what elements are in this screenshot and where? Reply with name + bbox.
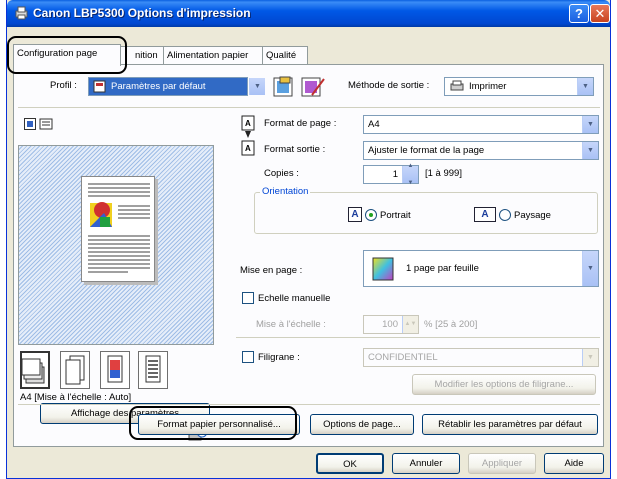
arrow-down-icon [245,131,251,138]
layout-icon [372,257,394,281]
page-size-icon: A [241,115,255,131]
page-size-label: Format de page : [264,118,337,129]
help-button[interactable]: Aide [544,453,604,474]
scaling-spinner[interactable]: 100 ▲▼ [363,315,419,334]
watermark-value: CONFIDENTIEL [368,352,438,363]
print-icon [450,80,464,91]
profile-icon [93,80,106,93]
svg-text:A: A [245,119,251,128]
watermark-checkbox[interactable] [242,351,254,363]
spin-arrows-icon[interactable]: ▲▼ [402,163,418,186]
tab-page-setup[interactable]: Configuration page [13,44,121,66]
copies-range: [1 à 999] [425,168,462,179]
chevron-down-icon[interactable]: ▼ [582,116,598,133]
preview-toggle-icon[interactable] [24,118,36,130]
apply-button[interactable]: Appliquer [468,453,536,474]
output-method-label: Méthode de sortie : [348,80,430,91]
output-size-value: Ajuster le format de la page [368,145,485,156]
landscape-radio[interactable] [499,209,511,221]
profile-edit-icon[interactable] [300,75,326,99]
portrait-label: Portrait [380,210,411,221]
manual-scaling-checkbox[interactable] [242,292,254,304]
profile-value: Paramètres par défaut [111,81,206,92]
profile-select[interactable]: Paramètres par défaut ▼ [88,77,265,96]
chevron-down-icon[interactable]: ▼ [249,78,265,95]
output-size-icon: A [241,140,255,156]
gray-view-icon[interactable] [138,351,168,389]
profile-label: Profil : [50,80,77,91]
divider [18,404,600,405]
output-size-select[interactable]: Ajuster le format de la page ▼ [363,141,599,160]
page-size-select[interactable]: A4 ▼ [363,115,599,134]
chevron-down-icon[interactable]: ▼ [582,349,598,366]
help-title-button[interactable]: ? [569,4,589,23]
layout-value: 1 page par feuille [406,263,479,274]
output-method-value: Imprimer [469,81,507,92]
portrait-icon: A [348,207,362,222]
preview-mode-bar [18,345,214,393]
copies-spinner[interactable]: 1 ▲ ▼ [363,163,419,186]
scaling-range: % [25 à 200] [424,319,478,330]
close-button[interactable]: ✕ [590,4,610,23]
copies-value: 1 [392,169,398,180]
profile-add-icon[interactable] [272,75,298,99]
color-view-icon[interactable] [100,351,130,389]
chevron-down-icon[interactable]: ▼ [582,251,598,286]
divider [236,337,600,338]
edit-watermark-button[interactable]: Modifier les options de filigrane... [412,374,596,395]
page-preview [18,145,214,345]
page-options-button[interactable]: Options de page... [310,414,414,435]
restore-defaults-button[interactable]: Rétablir les paramètres par défaut [422,414,598,435]
chevron-down-icon[interactable]: ▼ [582,142,598,159]
spin-arrows-icon[interactable]: ▲▼ [402,316,418,333]
chevron-down-icon[interactable]: ▼ [577,78,593,95]
stack-view-icon[interactable] [20,351,50,389]
custom-paper-size-button[interactable]: Format papier personnalisé... [138,414,300,435]
watermark-select[interactable]: CONFIDENTIEL ▼ [363,348,599,367]
manual-scaling-label: Echelle manuelle [258,293,331,304]
page-size-value: A4 [368,119,380,130]
layout-select[interactable]: 1 page par feuille ▼ [363,250,599,287]
settings-view-icon[interactable] [39,117,53,131]
cancel-button[interactable]: Annuler [392,453,460,474]
duplex-view-icon[interactable] [60,351,90,389]
svg-text:A: A [245,144,251,153]
tab-finishing[interactable]: nition [120,46,164,65]
tab-quality[interactable]: Qualité [262,46,308,65]
title-bar: Canon LBP5300 Options d'impression ? ✕ [7,0,610,27]
orientation-title: Orientation [260,186,311,197]
preview-paper [81,176,155,282]
window-title: Canon LBP5300 Options d'impression [33,6,251,20]
ok-button[interactable]: OK [316,453,384,474]
scaling-value: 100 [382,319,398,330]
print-options-dialog: Canon LBP5300 Options d'impression ? ✕ C… [6,0,611,479]
landscape-label: Paysage [514,210,551,221]
scaling-label: Mise à l'échelle : [256,319,326,330]
copies-label: Copies : [264,168,299,179]
printer-icon [15,6,28,20]
output-method-select[interactable]: Imprimer ▼ [444,77,594,96]
landscape-icon: A [474,207,496,222]
preview-caption: A4 [Mise à l'échelle : Auto] [20,392,132,403]
portrait-radio[interactable] [365,209,377,221]
watermark-label: Filigrane : [258,352,300,363]
page-setup-panel: Profil : Paramètres par défaut ▼ Méthode… [13,64,604,447]
layout-label: Mise en page : [240,265,303,276]
divider [18,107,600,108]
output-size-label: Format sortie : [264,144,326,155]
tab-paper-source[interactable]: Alimentation papier [163,46,263,65]
